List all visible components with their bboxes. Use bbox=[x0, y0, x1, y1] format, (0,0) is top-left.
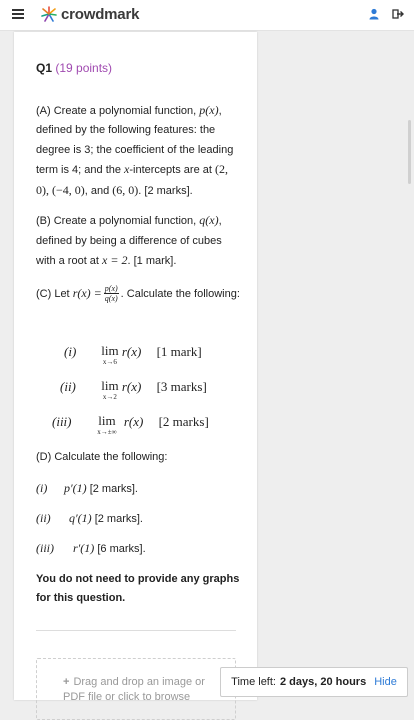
part-a-intro: (A) Create a polynomial function, bbox=[36, 104, 200, 117]
limit-marks: [2 marks] bbox=[158, 414, 209, 429]
derivative-marks: [6 marks]. bbox=[97, 543, 146, 555]
question-label: Q1 bbox=[36, 61, 53, 75]
time-left-panel: Time left: 2 days, 20 hours Hide bbox=[220, 667, 408, 697]
part-c-fraction: p(x) q(x) bbox=[103, 284, 119, 304]
part-a-marks: . [2 marks]. bbox=[138, 184, 193, 197]
limit-number: (iii) bbox=[52, 414, 72, 429]
derivative-number: (iii) bbox=[36, 541, 54, 555]
logo-text: crowdmark bbox=[61, 5, 140, 23]
part-c-text: (C) Let r(x) = p(x) q(x). Calculate the fo… bbox=[36, 284, 241, 305]
hamburger-icon[interactable] bbox=[12, 9, 24, 19]
part-c-instruction: . Calculate the following: bbox=[120, 287, 240, 300]
scrollbar[interactable] bbox=[408, 120, 411, 184]
part-b-function: q(x) bbox=[199, 213, 219, 227]
derivative-item: (ii) q′(1) [2 marks]. bbox=[36, 511, 143, 526]
limit-subscript: x→6 bbox=[102, 358, 117, 366]
top-bar: crowdmark bbox=[0, 0, 414, 31]
derivative-expression: q′(1) bbox=[69, 511, 92, 525]
crowdmark-logo[interactable]: crowdmark bbox=[40, 5, 139, 23]
limit-item: (iii) lim x→±∞ r(x) [2 marks] bbox=[52, 413, 209, 437]
limit-subscript: x→±∞ bbox=[97, 428, 117, 436]
derivative-expression: p′(1) bbox=[64, 481, 87, 495]
fraction-numerator: p(x) bbox=[103, 284, 119, 295]
derivative-number: (i) bbox=[36, 481, 48, 495]
limit-item: (i) lim x→6 r(x) [1 mark] bbox=[64, 343, 202, 367]
upload-dropzone[interactable]: + Drag and drop an image or PDF file or c… bbox=[36, 658, 236, 720]
lim-word: lim bbox=[101, 378, 119, 393]
limit-item: (ii) lim x→2 r(x) [3 marks] bbox=[60, 378, 207, 402]
part-b-intro: (B) Create a polynomial function, bbox=[36, 215, 200, 227]
part-b-text: (B) Create a polynomial function, q(x), … bbox=[36, 211, 241, 272]
part-b-marks: . [1 mark]. bbox=[127, 255, 177, 267]
derivative-marks: [2 marks]. bbox=[89, 483, 138, 495]
time-left-label: Time left: bbox=[231, 676, 276, 688]
limit-marks: [1 mark] bbox=[156, 344, 202, 359]
dropzone-text: + Drag and drop an image or PDF file or c… bbox=[63, 675, 213, 705]
fraction-denominator: q(x) bbox=[104, 294, 118, 304]
lim-word: lim bbox=[98, 413, 116, 428]
derivative-number: (ii) bbox=[36, 511, 51, 525]
part-a-function: p(x) bbox=[199, 102, 219, 117]
graph-note: You do not need to provide any graphs fo… bbox=[36, 573, 240, 604]
part-a-intercepts-label: -intercepts are at bbox=[129, 164, 215, 176]
limit-expression: r(x) bbox=[123, 414, 144, 429]
logo-icon bbox=[41, 6, 57, 22]
part-b-root: x = 2 bbox=[102, 253, 128, 267]
part-a-text: (A) Create a polynomial function, p(x) , … bbox=[36, 101, 241, 202]
limit-marks: [3 marks] bbox=[156, 379, 207, 394]
sign-out-icon[interactable] bbox=[392, 8, 404, 20]
hide-timer-link[interactable]: Hide bbox=[374, 676, 397, 688]
derivative-marks: [2 marks]. bbox=[94, 513, 143, 525]
question-title: Q1 (19 points) bbox=[36, 59, 241, 79]
part-d-title: (D) Calculate the following: bbox=[36, 451, 168, 463]
question-points: (19 points) bbox=[55, 61, 113, 75]
limit-expression: r(x) bbox=[121, 379, 142, 394]
derivative-item: (i) p′(1) [2 marks]. bbox=[36, 481, 138, 496]
limit-expression: r(x) bbox=[121, 344, 142, 359]
derivative-item: (iii) r′(1) [6 marks]. bbox=[36, 541, 146, 556]
lim-word: lim bbox=[101, 343, 119, 358]
user-icon[interactable] bbox=[368, 8, 380, 20]
divider bbox=[36, 630, 236, 631]
limit-number: (ii) bbox=[60, 379, 76, 394]
part-a-point3: (6, 0) bbox=[112, 182, 139, 197]
limit-subscript: x→2 bbox=[102, 393, 117, 401]
part-a-and: , and bbox=[84, 184, 113, 197]
time-left-value: 2 days, 20 hours bbox=[279, 676, 367, 688]
dropzone-label: Drag and drop an image or PDF file or cl… bbox=[63, 676, 205, 703]
part-c-function: r(x) = bbox=[72, 285, 102, 300]
question-card: Q1 (19 points) (A) Create a polynomial f… bbox=[14, 32, 257, 720]
derivative-expression: r′(1) bbox=[73, 541, 95, 555]
plus-icon: + bbox=[63, 676, 70, 688]
limit-number: (i) bbox=[64, 344, 77, 359]
part-c-intro: (C) Let bbox=[36, 287, 73, 300]
